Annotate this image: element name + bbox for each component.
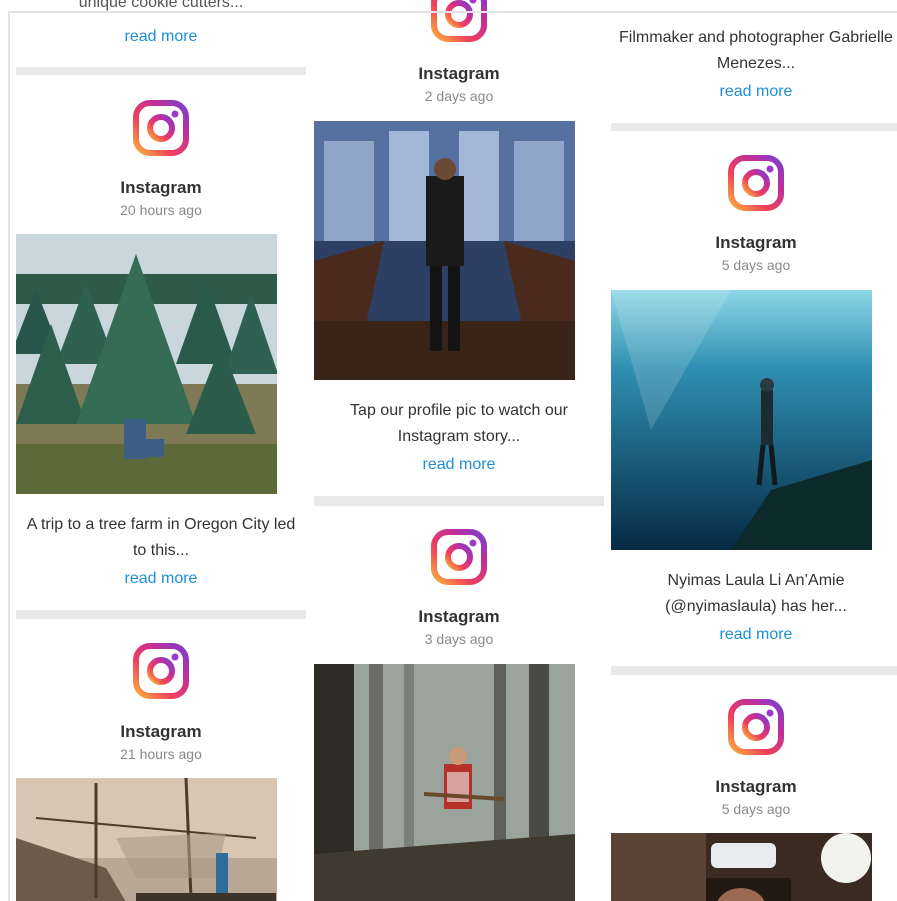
read-more-link[interactable]: read more [611,626,897,644]
instagram-logo-icon [133,643,189,699]
feed-card: Instagram 21 hours ago [16,619,306,901]
cathedral-musician-photo[interactable] [314,121,575,380]
post-source: Instagram [120,722,202,741]
feed-card: Instagram 5 days ago [611,675,897,901]
feed-card: Instagram 3 days ago [314,506,604,901]
post-timestamp: 3 days ago [424,631,494,647]
post-caption: unique cookie cutters... [78,0,244,11]
post-timestamp: 5 days ago [721,257,791,273]
post-timestamp: 20 hours ago [120,202,202,218]
instagram-logo-icon [133,100,189,156]
instagram-logo-icon [728,155,784,211]
feed-column-3: Filmmaker and photographer Gabrielle Men… [611,0,897,901]
post-source: Instagram [418,64,500,83]
post-source: Instagram [715,777,797,796]
feed-card: Instagram 5 days ago Nyimas Laula Li An’… [611,131,897,666]
portrait-lamp-photo[interactable] [611,833,872,901]
instagram-logo-icon [728,699,784,755]
feed-card: Filmmaker and photographer Gabrielle Men… [611,0,897,123]
christmas-tree-farm-photo[interactable] [16,234,277,494]
post-caption: Nyimas Laula Li An’Amie (@nyimaslaula) h… [665,572,847,615]
read-more-link[interactable]: read more [16,28,306,46]
feed-card: Instagram 20 hours ago A trip to a tree … [16,75,306,610]
flying-broom-forest-photo[interactable] [314,664,575,901]
post-source: Instagram [418,607,500,626]
underwater-freediver-photo[interactable] [611,290,872,550]
post-caption: Filmmaker and photographer Gabrielle Men… [619,29,893,72]
feed-card: Instagram 2 days ago Tap our profile pic… [314,0,604,496]
post-source: Instagram [715,233,797,252]
post-timestamp: 21 hours ago [120,746,202,762]
post-timestamp: 5 days ago [721,801,791,817]
instagram-logo-icon [431,529,487,585]
post-caption: Tap our profile pic to watch our Instagr… [350,402,568,445]
read-more-link[interactable]: read more [16,570,306,588]
frame-border-left [8,11,10,901]
frame-border-top [8,11,897,13]
post-source: Instagram [120,178,202,197]
instagram-logo-icon [431,0,487,42]
fishing-nets-river-photo[interactable] [16,778,277,901]
feed-column-1: unique cookie cutters... read more Insta… [16,0,306,901]
post-timestamp: 2 days ago [424,88,494,104]
read-more-link[interactable]: read more [611,83,897,101]
read-more-link[interactable]: read more [314,456,604,474]
feed-column-2: Instagram 2 days ago Tap our profile pic… [314,0,604,901]
post-caption: A trip to a tree farm in Oregon City led… [26,516,296,559]
